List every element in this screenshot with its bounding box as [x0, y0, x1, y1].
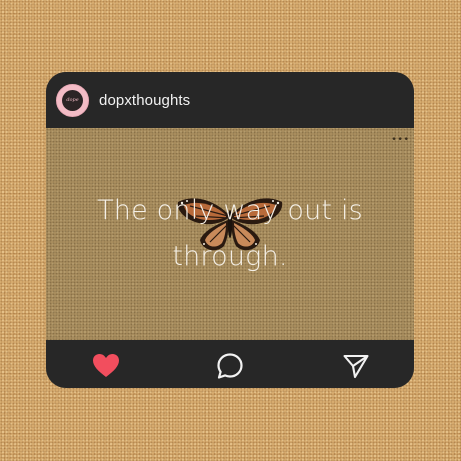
post-header: dope dopxthoughts: [46, 72, 414, 128]
avatar[interactable]: dope: [56, 83, 89, 117]
more-dots-icon[interactable]: • • •: [391, 136, 409, 145]
heart-icon: [93, 354, 119, 377]
post-card: dope dopxthoughts • • • The only way out…: [46, 72, 414, 388]
avatar-logo: dope: [62, 89, 83, 111]
comment-bubble-icon: [217, 353, 243, 379]
share-button[interactable]: [342, 352, 370, 380]
post-actions: [46, 340, 414, 388]
quote-text: The only way out is through.: [97, 195, 363, 272]
paper-plane-icon: [343, 354, 369, 379]
username[interactable]: dopxthoughts: [99, 92, 190, 109]
like-button[interactable]: [92, 352, 120, 380]
comment-button[interactable]: [216, 352, 244, 380]
